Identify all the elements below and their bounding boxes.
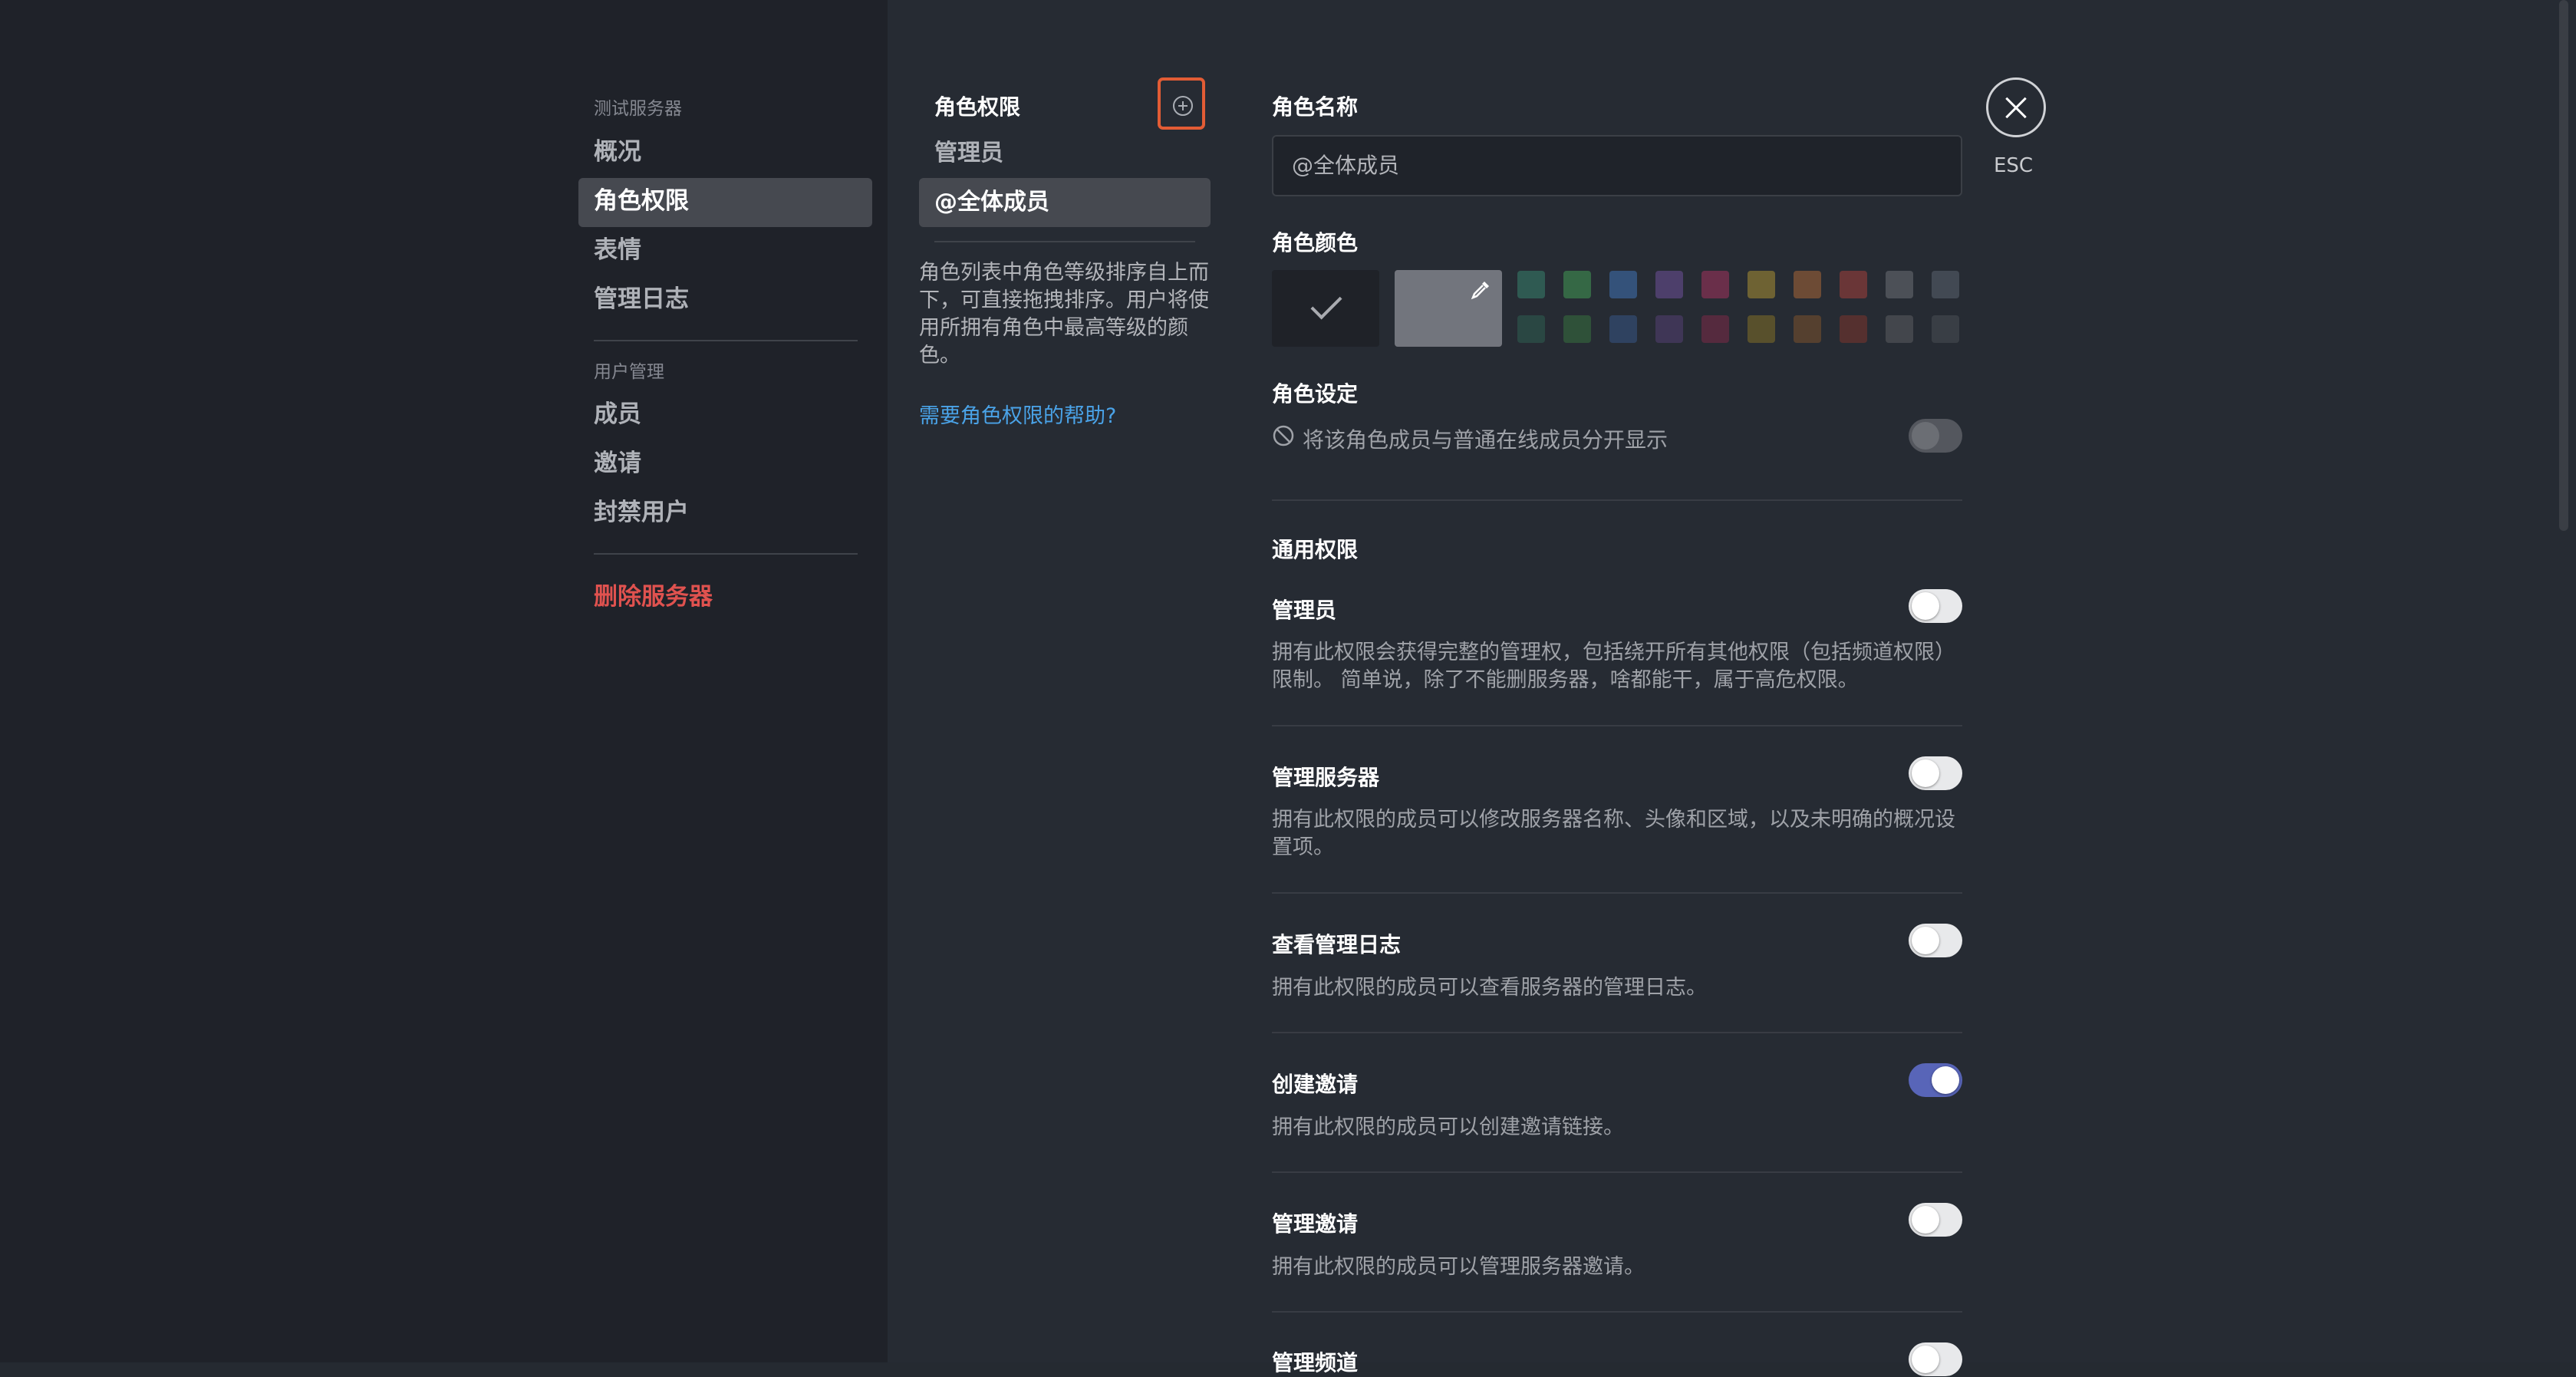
color-swatch[interactable] — [1655, 315, 1683, 343]
toggle-knob — [1932, 1066, 1959, 1094]
color-swatch[interactable] — [1701, 315, 1729, 343]
toggle-knob — [1912, 759, 1939, 787]
permission-toggle[interactable] — [1909, 1342, 1962, 1376]
roles-help-link[interactable]: 需要角色权限的帮助? — [919, 399, 1116, 429]
delete-server-button[interactable]: 删除服务器 — [594, 577, 713, 611]
toggle-knob — [1912, 1206, 1939, 1234]
role-color-label: 角色颜色 — [1272, 226, 1358, 257]
separate-display-text: 将该角色成员与普通在线成员分开显示 — [1303, 423, 1668, 454]
color-swatch[interactable] — [1840, 315, 1867, 343]
role-item-selected[interactable]: @全体成员 — [919, 178, 1211, 227]
check-icon — [1310, 288, 1342, 319]
toggle-knob — [1912, 592, 1939, 620]
role-item[interactable]: 管理员 — [919, 129, 1211, 178]
nav-divider — [594, 340, 858, 341]
permission-desc: 拥有此权限的成员可以管理服务器邀请。 — [1272, 1253, 1962, 1281]
color-swatch[interactable] — [1517, 271, 1545, 298]
role-settings-label: 角色设定 — [1272, 377, 1358, 408]
color-swatch[interactable] — [1563, 271, 1591, 298]
toggle-knob — [1912, 1346, 1939, 1373]
color-swatch[interactable] — [1748, 315, 1775, 343]
permission-toggle[interactable] — [1909, 756, 1962, 790]
permission-divider — [1272, 1311, 1962, 1313]
nav-item-overview[interactable]: 概况 — [578, 129, 872, 178]
role-name-label: 角色名称 — [1272, 91, 1358, 121]
color-swatch[interactable] — [1563, 315, 1591, 343]
role-name-input[interactable]: @全体成员 — [1272, 135, 1962, 196]
color-swatch[interactable] — [1886, 271, 1913, 298]
permission-title: 查看管理日志 — [1272, 928, 1401, 959]
roles-title: 角色权限 — [934, 91, 1020, 121]
color-swatch[interactable] — [1794, 271, 1821, 298]
custom-color-swatch[interactable] — [1395, 270, 1502, 347]
permission-toggle[interactable] — [1909, 924, 1962, 957]
permission-toggle[interactable] — [1909, 589, 1962, 623]
color-swatch[interactable] — [1886, 315, 1913, 343]
permission-title: 管理员 — [1272, 594, 1336, 624]
color-swatch[interactable] — [1748, 271, 1775, 298]
nav-item-emoji[interactable]: 表情 — [578, 227, 872, 276]
permission-title: 创建邀请 — [1272, 1068, 1358, 1099]
toggle-knob — [1912, 927, 1939, 954]
default-color-swatch[interactable] — [1272, 270, 1379, 347]
separate-display-toggle[interactable] — [1909, 419, 1962, 453]
color-swatch[interactable] — [1655, 271, 1683, 298]
ban-icon — [1272, 424, 1295, 447]
eyedropper-icon — [1468, 278, 1493, 302]
plus-circle-icon — [1173, 96, 1193, 116]
nav-item-invites[interactable]: 邀请 — [578, 440, 872, 489]
permission-desc: 拥有此权限的成员可以修改服务器名称、头像和区域，以及未明确的概况设置项。 — [1272, 806, 1962, 861]
roles-help-text: 角色列表中角色等级排序自上而下，可直接拖拽排序。用户将使用所拥有角色中最高等级的… — [919, 259, 1218, 370]
roles-divider — [934, 241, 1195, 242]
color-swatch[interactable] — [1794, 315, 1821, 343]
color-swatch[interactable] — [1517, 315, 1545, 343]
permission-toggle[interactable] — [1909, 1203, 1962, 1237]
nav-item-members[interactable]: 成员 — [578, 391, 872, 440]
scrollbar[interactable] — [2559, 0, 2568, 531]
general-permissions-label: 通用权限 — [1272, 533, 1358, 564]
server-section-header: 测试服务器 — [594, 94, 682, 120]
permission-title: 管理服务器 — [1272, 761, 1379, 792]
permission-divider — [1272, 1171, 1962, 1173]
add-role-button[interactable] — [1158, 77, 1205, 130]
color-swatch[interactable] — [1932, 271, 1959, 298]
section-divider — [1272, 499, 1962, 501]
nav-item-roles[interactable]: 角色权限 — [578, 178, 872, 227]
color-swatch[interactable] — [1840, 271, 1867, 298]
user-section-header: 用户管理 — [594, 357, 664, 383]
permission-title: 管理频道 — [1272, 1346, 1358, 1377]
permission-desc: 拥有此权限的成员可以创建邀请链接。 — [1272, 1114, 1962, 1141]
permission-desc: 拥有此权限的成员可以查看服务器的管理日志。 — [1272, 974, 1962, 1002]
permission-divider — [1272, 725, 1962, 726]
permission-desc: 拥有此权限会获得完整的管理权，包括绕开所有其他权限（包括频道权限）限制。 简单说… — [1272, 639, 1962, 694]
nav-divider — [594, 553, 858, 555]
color-swatch[interactable] — [1609, 271, 1637, 298]
nav-item-bans[interactable]: 封禁用户 — [578, 489, 872, 539]
permission-title: 管理邀请 — [1272, 1207, 1358, 1238]
close-icon[interactable] — [1986, 77, 2046, 137]
color-swatch[interactable] — [1609, 315, 1637, 343]
color-swatch[interactable] — [1701, 271, 1729, 298]
color-swatch[interactable] — [1932, 315, 1959, 343]
permission-divider — [1272, 1032, 1962, 1033]
permission-divider — [1272, 892, 1962, 894]
toggle-knob — [1912, 422, 1939, 450]
nav-item-audit-log[interactable]: 管理日志 — [578, 276, 872, 325]
esc-label: ESC — [1994, 154, 2033, 177]
permission-toggle[interactable] — [1909, 1063, 1962, 1097]
